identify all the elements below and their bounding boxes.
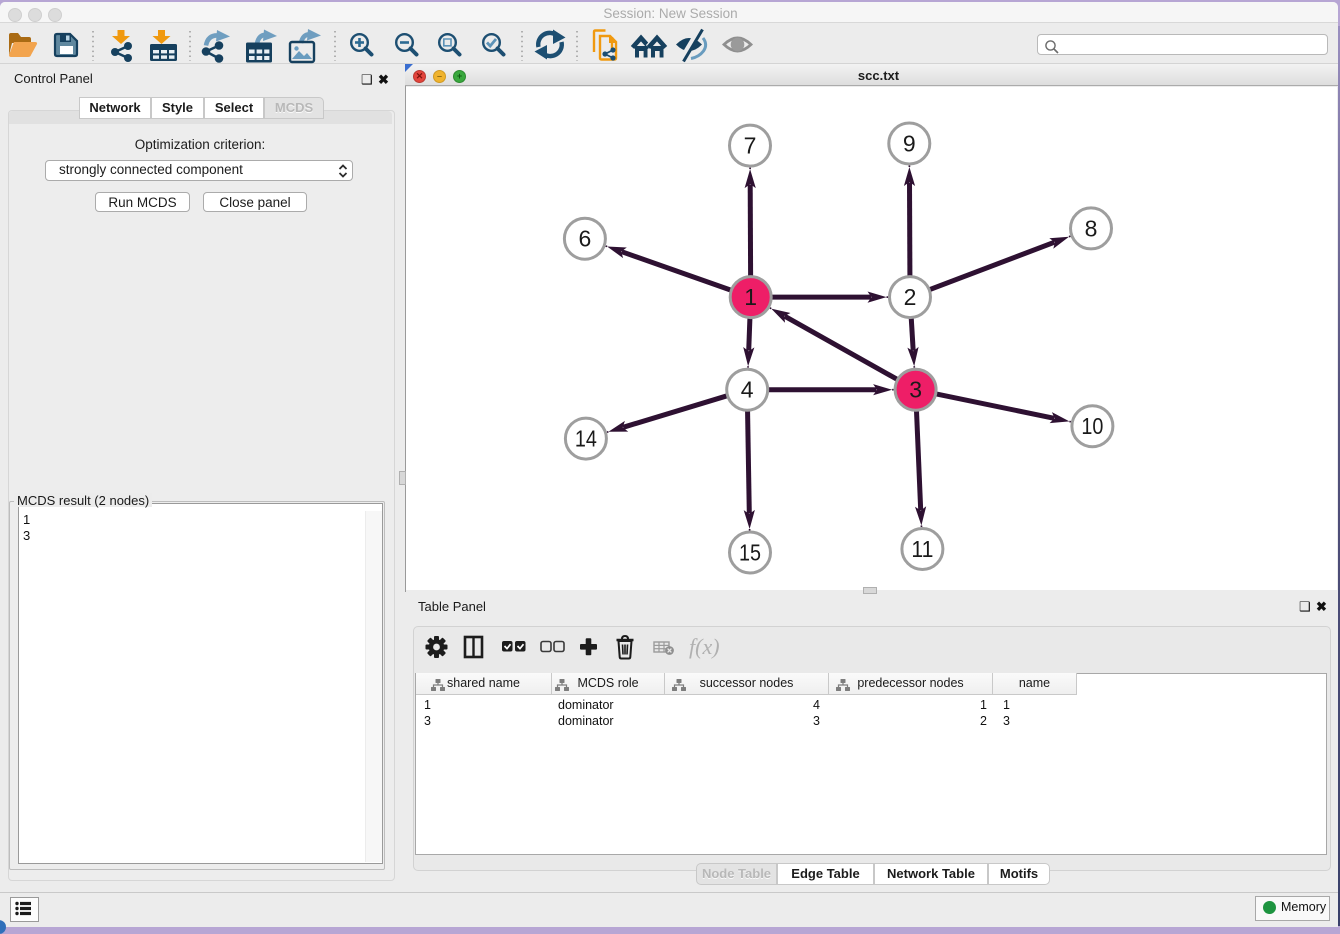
svg-text:4: 4 xyxy=(741,377,754,403)
svg-text:3: 3 xyxy=(909,377,922,403)
svg-text:8: 8 xyxy=(1085,215,1098,241)
svg-text:10: 10 xyxy=(1081,413,1103,439)
svg-text:7: 7 xyxy=(744,133,757,159)
svg-text:1: 1 xyxy=(744,284,757,310)
svg-text:9: 9 xyxy=(903,131,916,157)
svg-text:f(x): f(x) xyxy=(689,634,720,659)
svg-text:2: 2 xyxy=(904,284,917,310)
svg-text:14: 14 xyxy=(575,426,597,452)
svg-text:11: 11 xyxy=(911,536,933,562)
svg-text:15: 15 xyxy=(739,540,761,566)
svg-text:6: 6 xyxy=(579,226,592,252)
